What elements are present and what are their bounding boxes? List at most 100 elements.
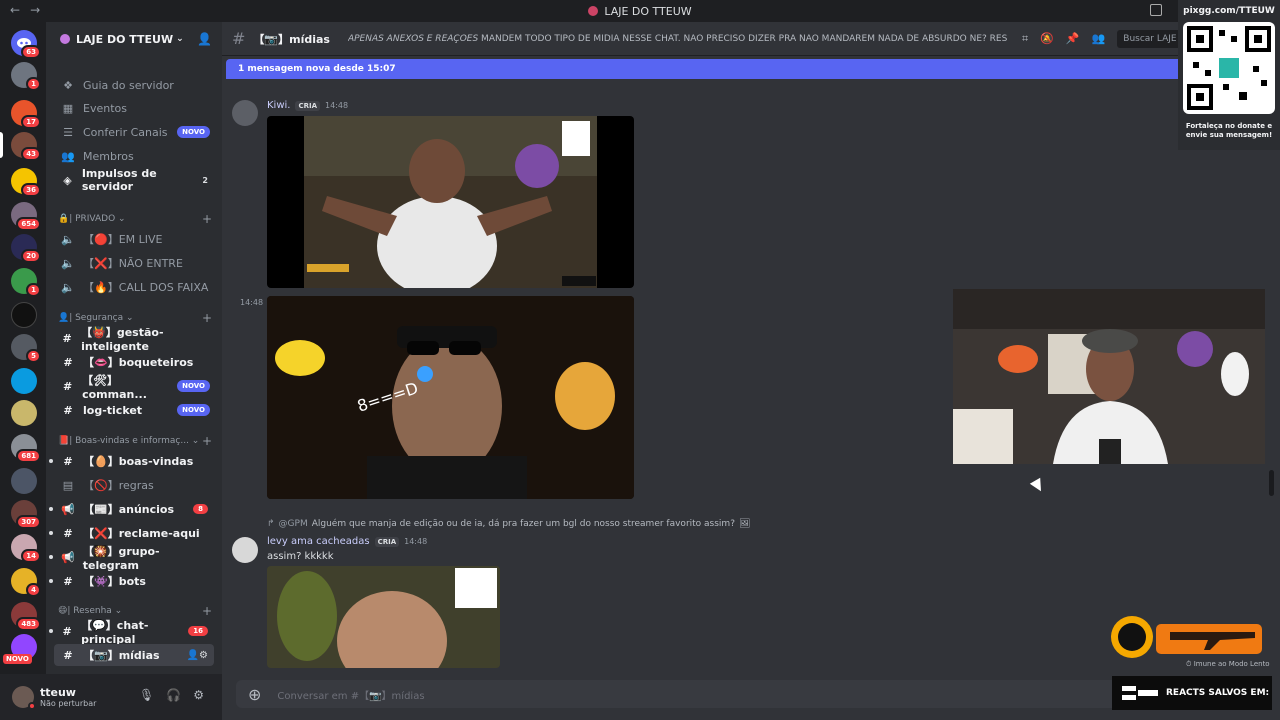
message-header: levy ama cacheadas CRIA 14:48 [267,536,427,547]
channel-boas-vindas[interactable]: # 【🥚】boas-vindas [54,450,214,472]
category-label: 📕| Boas-vindas e informaç... [58,436,189,446]
reply-mention: @GPM [278,519,308,529]
channel-reclame-aqui[interactable]: # 【❌】reclame-aqui [54,522,214,544]
pin-icon[interactable]: 📌 [1066,32,1080,46]
guild-badge: 307 [16,515,41,529]
user-names[interactable]: tteuw Não perturbar [40,686,96,708]
nav-members[interactable]: 👥 Membros [54,145,214,167]
channel-bots[interactable]: # 【👾】bots [54,570,214,592]
add-channel-icon[interactable]: + [202,604,212,618]
hash-icon: # [63,355,73,369]
category-label: 👤| Segurança [58,313,124,323]
channel-log-ticket[interactable]: # log-ticket NOVO [54,399,214,421]
channel-chat-principal[interactable]: # 【💬】chat-principal 16 [54,619,214,646]
guild-icon[interactable]: 17 [11,100,41,129]
guild-badge: 483 [16,617,41,631]
guild-icon[interactable]: 681 [11,434,41,463]
category-boas-vindas[interactable]: 📕| Boas-vindas e informaç... ⌄ + [58,433,212,449]
members-icon: 👥 [61,149,75,163]
slow-mode-immune-text: ⏱ Imune ao Modo Lento [1186,660,1270,668]
hash-icon: # [63,526,73,540]
reacts-saved-overlay: REACTS SALVOS EM: [1112,676,1272,710]
forward-button[interactable]: → [30,3,40,17]
channel-call-dos-faixa[interactable]: 🔈 【🔥】CALL DOS FAIXA [54,276,214,298]
timestamp: 14:48 [325,101,349,110]
topic-text: MANDEM TODO TIPO DE MÍDIA NESSE CHAT. NÃ… [478,33,1008,44]
guild-icon[interactable]: 4 [11,568,41,597]
avatar[interactable] [232,537,258,563]
weapon-overlay [1110,614,1266,660]
threads-icon[interactable]: ⌗ [1022,32,1028,46]
channel-settings-icons[interactable]: 👤⚙ [187,650,208,661]
channel-topic[interactable]: APENAS ANEXOS E REAÇÕES MANDEM TODO TIPO… [348,34,1008,44]
category-privado[interactable]: 🔒| PRIVADO ⌄ + [58,211,212,227]
reply-reference[interactable]: ↱ @GPM Alguém que manja de edição ou de … [267,519,750,529]
timestamp: 14:48 [404,537,428,546]
guild-icon[interactable] [11,468,37,494]
active-guild-indicator [0,132,3,158]
channel-label: 【📰】anúncios [83,503,175,516]
notification-muted-icon[interactable]: 🔕 [1040,32,1054,46]
channel-boqueteiros[interactable]: # 【👄】boqueteiros [54,351,214,373]
user-avatar[interactable] [12,686,36,710]
guild-icon[interactable]: 36 [11,168,41,197]
home-discord-icon[interactable]: 63 [11,30,41,59]
guild-icon[interactable]: 20 [11,234,41,263]
guild-icon[interactable] [11,368,37,394]
guild-icon[interactable]: 654 [11,202,41,231]
nav-events[interactable]: ▦ Eventos [54,97,214,119]
nav-server-boosts[interactable]: ◈ Impulsos de servidor 2 [54,167,214,193]
guild-badge: 43 [21,147,41,161]
rules-icon: ▤ [62,478,74,492]
guild-icon[interactable]: 14 [11,534,41,563]
server-header[interactable]: LAJE DO TTEUW ⌄ 👤 [46,22,222,56]
message-author[interactable]: Kiwi. [267,100,290,111]
channel-nao-entre[interactable]: 🔈 【❌】NÃO ENTRE [54,252,214,274]
guild-icon[interactable]: 307 [11,500,41,529]
guild-icon[interactable] [11,302,37,328]
guild-icon-active[interactable]: 43 [11,132,41,161]
avatar[interactable] [232,100,258,126]
invite-people-icon[interactable]: 👤 [197,32,212,46]
username: tteuw [40,686,76,699]
search-input[interactable]: Buscar LAJE DO [1117,29,1188,48]
back-button[interactable]: ← [10,3,20,17]
media-attachment-image[interactable] [267,566,500,668]
guild-icon[interactable]: 1 [11,268,41,297]
guild-icon[interactable] [11,400,37,426]
media-attachment-image[interactable] [267,116,634,288]
unread-indicator [49,629,53,633]
channel-midias-active[interactable]: # 【📷】mídias 👤⚙ [54,644,214,666]
mention-count-badge: 8 [193,504,208,514]
microphone-icon[interactable]: 🎙 [139,688,154,702]
add-attachment-icon[interactable]: ⊕ [248,685,261,704]
new-messages-bar[interactable]: 1 mensagem nova desde 15:07 Ma [226,59,1276,79]
add-channel-icon[interactable]: + [202,212,212,226]
image-attachment-icon: 🖼 [738,519,751,529]
channel-grupo-telegram[interactable]: 📢 【🎇】grupo-telegram [54,545,214,572]
channel-anuncios[interactable]: 📢 【📰】anúncios 8 [54,498,214,520]
unread-indicator [49,555,53,559]
guild-icon[interactable]: 1 [11,62,41,91]
browse-channels-icon: ☰ [63,125,73,139]
add-channel-icon[interactable]: + [202,434,212,448]
channel-em-live[interactable]: 🔈 【🔴】EM LIVE [54,228,214,250]
inbox-icon[interactable] [1150,4,1162,16]
announcement-icon: 📢 [61,502,75,516]
gear-icon[interactable]: ⚙ [193,688,204,702]
nav-browse-channels[interactable]: ☰ Conferir Canais NOVO [54,121,214,143]
nav-server-guide[interactable]: ❖ Guia do servidor [54,74,214,96]
message-author[interactable]: levy ama cacheadas [267,536,370,547]
guild-icon[interactable]: 483 [11,602,41,631]
weapon-badge-image [1111,616,1262,658]
new-messages-text: 1 mensagem nova desde 15:07 [238,64,396,74]
channel-regras[interactable]: ▤ 【🚫】regras [54,474,214,496]
member-list-icon[interactable]: 👥 [1092,32,1106,46]
guild-icon[interactable]: 5 [11,334,41,363]
headphones-icon[interactable]: 🎧 [166,688,181,702]
chat-scrollbar[interactable] [1269,470,1274,496]
channel-comman[interactable]: # 【🛠】comman... NOVO [54,374,214,401]
channel-gestao-inteligente[interactable]: # 【👹】gestão-inteligente [54,326,214,353]
media-attachment-image[interactable]: 8===D [267,296,634,499]
channel-label: 【🛠】comman... [82,373,147,401]
